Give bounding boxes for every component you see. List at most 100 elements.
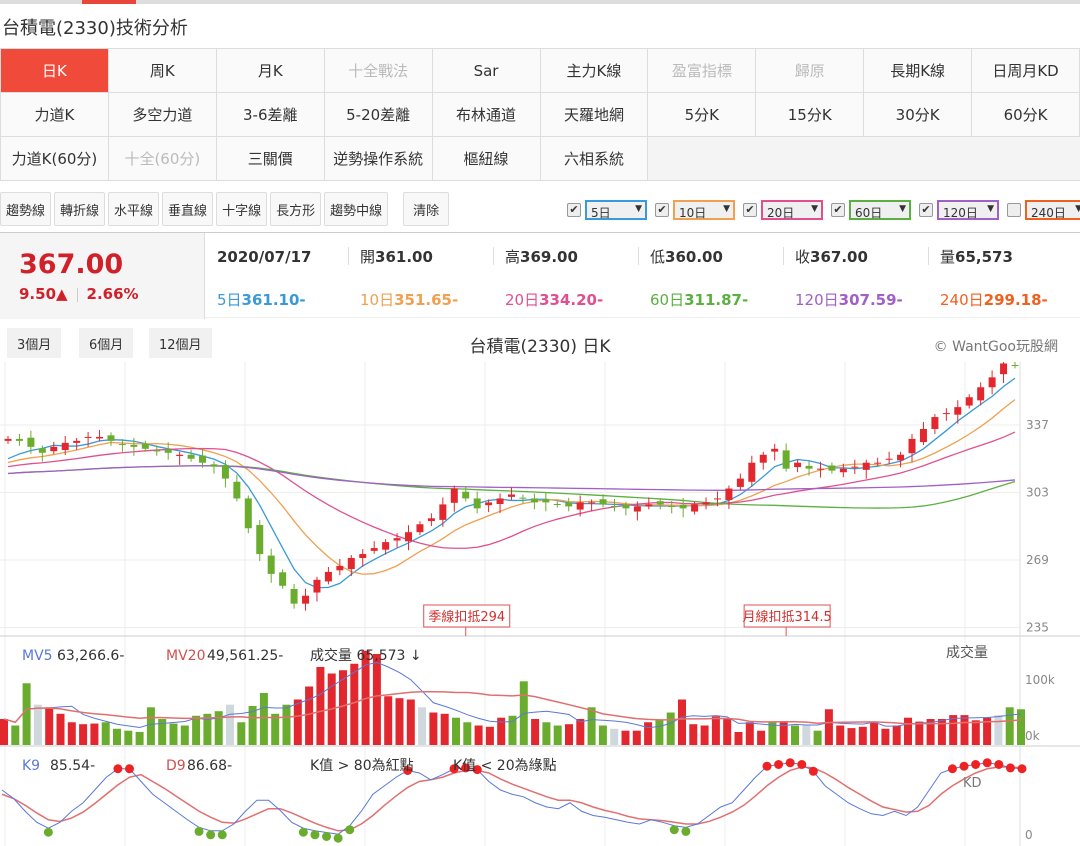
candle-body — [221, 465, 229, 479]
ma-checkbox-2[interactable]: ✔ — [743, 203, 757, 217]
tool-button-2[interactable]: 水平線 — [108, 192, 160, 226]
tab-4[interactable]: Sar — [432, 49, 541, 93]
volume-bar — [565, 724, 573, 745]
kd-green-dot — [217, 830, 227, 840]
ma-checkbox-1[interactable]: ✔ — [655, 203, 669, 217]
tab-20[interactable]: 力道K(60分) — [1, 137, 109, 181]
mv5-label: MV5 — [22, 648, 53, 664]
tool-button-5[interactable]: 長方形 — [270, 192, 322, 226]
volume-bar — [463, 722, 472, 745]
tab-19[interactable]: 60分K — [972, 93, 1080, 137]
tab-21[interactable]: 十全(60分) — [108, 137, 217, 181]
volume-bar — [610, 728, 619, 745]
volume-bar — [146, 707, 155, 745]
tab-14[interactable]: 布林通道 — [432, 93, 541, 137]
volume-bar — [180, 725, 189, 745]
kd-tick-label: 0 — [1025, 828, 1033, 842]
candle-body — [347, 557, 355, 570]
volume-bar — [384, 696, 393, 745]
kd-red-dot — [808, 766, 818, 776]
volume-bar — [689, 724, 698, 745]
candle-body — [622, 504, 630, 509]
ma-period-select-4[interactable]: 120日 — [937, 200, 999, 220]
page-title: 台積電(2330)技術分析 — [2, 18, 188, 39]
ma-checkbox-5[interactable] — [1007, 203, 1021, 217]
tool-button-3[interactable]: 垂直線 — [162, 192, 214, 226]
tab-8[interactable]: 長期K線 — [864, 49, 973, 93]
tab-11[interactable]: 多空力道 — [108, 93, 217, 137]
price-change: 9.50▲ 2.66% — [19, 285, 139, 303]
volume-bar — [440, 713, 449, 745]
volume-bar — [452, 717, 460, 745]
quote-open: 開 361.00 — [348, 235, 493, 278]
tab-7[interactable]: 歸原 — [756, 49, 865, 93]
last-price: 367.00 — [19, 249, 124, 280]
ma-period-select-3[interactable]: 60日 — [849, 200, 911, 220]
ma-checkbox-3[interactable]: ✔ — [831, 203, 845, 217]
candle-body — [599, 499, 607, 505]
candle-body — [96, 436, 104, 439]
tab-13[interactable]: 5-20差離 — [324, 93, 433, 137]
tab-3[interactable]: 十全戰法 — [324, 49, 433, 93]
ma-period-select-0[interactable]: 5日 — [585, 200, 647, 220]
candle-body — [462, 491, 470, 499]
ma-period-select-2[interactable]: 20日 — [761, 200, 823, 220]
volume-bar — [101, 722, 110, 745]
volume-bar — [632, 730, 641, 745]
tab-6[interactable]: 盈富指標 — [648, 49, 757, 93]
kd-red-dot — [762, 761, 772, 771]
ma-checkbox-4[interactable]: ✔ — [919, 203, 933, 217]
tab-24[interactable]: 樞紐線 — [432, 137, 541, 181]
top-strip-active — [82, 0, 136, 4]
tab-15[interactable]: 天羅地網 — [540, 93, 649, 137]
tab-0[interactable]: 日K — [1, 49, 109, 93]
tab-9[interactable]: 日周月KD — [972, 49, 1080, 93]
candle-body — [233, 481, 241, 499]
clear-button[interactable]: 清除 — [403, 192, 450, 226]
candle-body — [439, 504, 447, 520]
ma-period-select-5[interactable]: 240日 — [1025, 200, 1080, 220]
candle-body — [553, 504, 561, 506]
tab-18[interactable]: 30分K — [864, 93, 973, 137]
tab-5[interactable]: 主力K線 — [540, 49, 649, 93]
tab-1[interactable]: 周K — [108, 49, 217, 93]
tool-button-1[interactable]: 轉折線 — [54, 192, 106, 226]
kd-green-dot — [681, 826, 691, 836]
candle-body — [656, 501, 664, 505]
tab-16[interactable]: 5分K — [648, 93, 757, 137]
volume-bar — [858, 726, 867, 745]
candle-body — [382, 542, 390, 550]
candle-body — [118, 444, 126, 446]
candle-body — [736, 478, 744, 487]
candle-body — [187, 454, 195, 459]
candle-body — [530, 498, 538, 503]
candle-body — [370, 548, 378, 551]
ma-period-select-1[interactable]: 10日 — [673, 200, 735, 220]
candle-body — [164, 449, 172, 453]
volume-bar — [135, 732, 144, 745]
ma-checkbox-0[interactable]: ✔ — [567, 203, 581, 217]
volume-bar — [576, 719, 585, 745]
volume-bar — [0, 719, 8, 745]
tool-button-6[interactable]: 趨勢中線 — [324, 192, 389, 226]
tool-button-0[interactable]: 趨勢線 — [0, 192, 52, 226]
tab-10[interactable]: 力道K — [1, 93, 109, 137]
tab-12[interactable]: 3-6差離 — [216, 93, 325, 137]
kd-red-dot — [947, 764, 957, 774]
candle-body — [313, 579, 321, 593]
kd-green-dot — [206, 830, 216, 840]
tab-17[interactable]: 15分K — [756, 93, 865, 137]
tab-23[interactable]: 逆勢操作系統 — [324, 137, 433, 181]
tool-button-4[interactable]: 十字線 — [216, 192, 268, 226]
tab-25[interactable]: 六相系統 — [540, 137, 649, 181]
volume-value: 成交量 65,573 ↓ — [310, 647, 422, 664]
volume-bar — [226, 704, 234, 745]
tab-22[interactable]: 三關價 — [216, 137, 325, 181]
volume-bar — [293, 699, 302, 745]
price-chart[interactable]: 337 303 269 235 季線扣抵294 月線扣抵314.5 100k 0k 成交量 MV5… — [0, 362, 1080, 846]
volume-bar — [971, 720, 980, 745]
quote-high: 高 369.00 — [493, 235, 638, 278]
volume-bar — [531, 719, 540, 745]
price-tick-label: 269 — [1026, 553, 1049, 567]
tab-2[interactable]: 月K — [216, 49, 325, 93]
